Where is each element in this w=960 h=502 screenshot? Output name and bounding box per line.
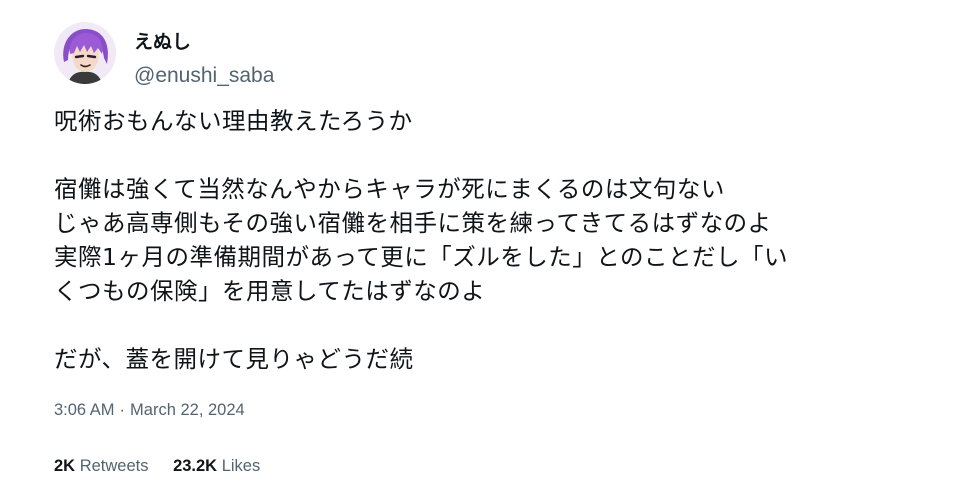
tweet-time: 3:06 AM	[54, 401, 115, 419]
anime-avatar-icon	[54, 22, 116, 84]
tweet-text-line: だが、蓋を開けて見りゃどうだ続	[54, 345, 414, 373]
tweet-date: March 22, 2024	[130, 401, 245, 419]
tweet-text-line: 宿儺は強くて当然なんやからキャラが死にまくるのは文句ない	[54, 175, 725, 203]
tweet-stats: 2K Retweets 23.2K Likes	[54, 456, 280, 476]
tweet-text-line: じゃあ高専側もその強い宿儺を相手に策を練ってきてるはずなのよ	[54, 209, 772, 237]
meta-separator: ·	[119, 401, 126, 419]
retweets-link[interactable]: 2K Retweets	[54, 457, 148, 475]
author-handle[interactable]: @enushi_saba	[134, 64, 274, 88]
retweets-label: Retweets	[79, 457, 149, 475]
tweet-timestamp: 3:06 AM · March 22, 2024	[54, 400, 245, 420]
tweet-text-line: 実際1ヶ月の準備期間があって更に「ズルをした」とのことだし「い	[54, 243, 789, 271]
avatar[interactable]	[54, 22, 116, 84]
timestamp-link[interactable]: 3:06 AM · March 22, 2024	[54, 401, 245, 419]
author-display-name[interactable]: えぬし	[134, 30, 191, 54]
tweet-text: 呪術おもんない理由教えたろうか 宿儺は強くて当然なんやからキャラが死にまくるのは…	[54, 104, 934, 376]
likes-count: 23.2K	[173, 457, 218, 475]
tweet-card: えぬし @enushi_saba 呪術おもんない理由教えたろうか 宿儺は強くて当…	[0, 0, 960, 502]
likes-label: Likes	[221, 457, 261, 475]
likes-link[interactable]: 23.2K Likes	[173, 457, 260, 475]
retweets-count: 2K	[54, 457, 76, 475]
tweet-text-line: くつもの保険」を用意してたはずなのよ	[54, 277, 486, 305]
tweet-text-line: 呪術おもんない理由教えたろうか	[54, 107, 413, 135]
